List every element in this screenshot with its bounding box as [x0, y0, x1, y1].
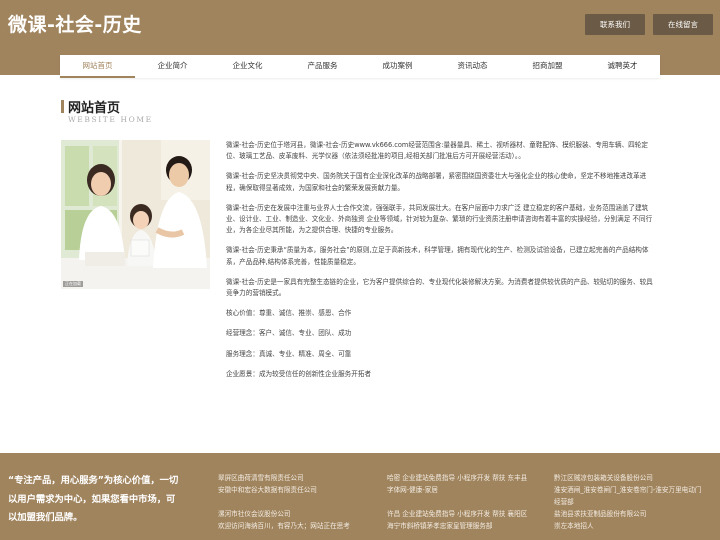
footer-link[interactable]: 翠屏区曲荷清雪有限责任公司 — [218, 472, 350, 484]
service-philosophy: 服务理念：真诚、专业、精准、周全、可靠 — [226, 349, 352, 358]
footer-link[interactable]: 漯河市社仪会议股份公司 — [218, 508, 350, 520]
leave-message-button[interactable]: 在线留言 — [653, 14, 713, 35]
footer-links-col2: 哈密 企业建站免费指导 小程序开发 帮扶 东丰县 字体网-健康-家居 许昌 企业… — [387, 472, 527, 532]
footer-link[interactable]: 崇左本地招人 — [554, 520, 701, 532]
footer-links-col3: 黔江区贼凉包装箱关设备股份公司 淮安酒闸_淮安卷闸门_淮安卷帘门-淮安万里电动门… — [554, 472, 701, 532]
reform-paragraph: 微课-社会-历史坚决贯彻党中央、国务院关于国有企业深化改革的战略部署，紧密围绕国… — [226, 172, 647, 192]
section-accent-bar — [61, 100, 64, 113]
quality-paragraph: 微课-社会-历史秉承“质量为本，服务社会”的原则,立足于高新技术，科学管理，拥有… — [226, 246, 649, 266]
section-title: 网站首页 — [68, 101, 121, 116]
footer-link[interactable]: 安徽中和宏谷大数据有限责任公司 — [218, 484, 350, 496]
business-philosophy: 经营理念：客户、诚信、专业、团队、成功 — [226, 329, 352, 338]
nav-item-jobs[interactable]: 诚聘英才 — [585, 55, 660, 78]
site-title[interactable]: 微课-社会-历史 — [8, 10, 142, 37]
cooperation-paragraph: 微课-社会-历史在发展中注重与业界人士合作交流，强强联手，共同发展壮大。在客户层… — [226, 203, 653, 235]
footer-link[interactable]: 许昌 企业建站免费指导 小程序开发 帮扶 襄阳区 — [387, 508, 527, 520]
footer-link[interactable]: 哈密 企业建站免费指导 小程序开发 帮扶 东丰县 — [387, 472, 527, 484]
footer-link[interactable]: 字体网-健康-家居 — [387, 484, 527, 496]
footer-slogan: “专注产品，用心服务”为核心价值，一切以用户需求为中心，如果您看中市场，可以加盟… — [8, 475, 179, 523]
footer-links-col1: 翠屏区曲荷清雪有限责任公司 安徽中和宏谷大数据有限责任公司 漯河市社仪会议股份公… — [218, 472, 350, 532]
family-photo: 正在加载 — [61, 140, 210, 289]
contact-us-button[interactable]: 联系我们 — [585, 14, 645, 35]
solution-paragraph: 微课-社会-历史是一家具有完整生态链的企业，它为客户提供综合的、专业现代化装修解… — [226, 277, 653, 298]
photo-badge: 正在加载 — [63, 281, 83, 287]
family-photo-illustration — [61, 140, 210, 289]
company-vision: 企业愿景：成为较受信任的创新性企业服务开拓者 — [226, 369, 372, 378]
footer-link[interactable]: 欢迎访问海纳百川，有容乃大；网站正在思考 — [218, 520, 350, 532]
nav-item-culture[interactable]: 企业文化 — [210, 55, 285, 78]
section-subtitle: WEBSITE HOME — [68, 115, 153, 124]
main-nav: 网站首页 企业简介 企业文化 产品服务 成功案例 资讯动态 招商加盟 诚聘英才 — [60, 55, 660, 78]
footer-spacer — [218, 496, 350, 508]
footer-spacer — [387, 496, 527, 508]
footer-link[interactable]: 淮安酒闸_淮安卷闸门_淮安卷帘门-淮安万里电动门 — [554, 484, 701, 496]
intro-paragraph: 微课-社会-历史位于塔河县，微课-社会-历史www.vk666.com经营范围含… — [226, 141, 648, 161]
footer-link[interactable]: 盐池县求扶亚制品股份有限公司 — [554, 508, 701, 520]
footer-link[interactable]: 黔江区贼凉包装箱关设备股份公司 — [554, 472, 701, 484]
core-values: 核心价值：尊重、诚信、推崇、感恩、合作 — [226, 309, 352, 318]
intro-content: 微课-社会-历史位于塔河县，微课-社会-历史www.vk666.com经营范围含… — [226, 140, 658, 389]
nav-item-home[interactable]: 网站首页 — [60, 55, 135, 78]
nav-item-news[interactable]: 资讯动态 — [435, 55, 510, 78]
nav-item-about[interactable]: 企业简介 — [135, 55, 210, 78]
nav-item-franchise[interactable]: 招商加盟 — [510, 55, 585, 78]
footer-link[interactable]: 海宁市斜桥镇茅孝忠家皇管理服务部 — [387, 520, 527, 532]
nav-item-cases[interactable]: 成功案例 — [360, 55, 435, 78]
nav-item-products[interactable]: 产品服务 — [285, 55, 360, 78]
footer-link[interactable]: 经营部 — [554, 496, 701, 508]
